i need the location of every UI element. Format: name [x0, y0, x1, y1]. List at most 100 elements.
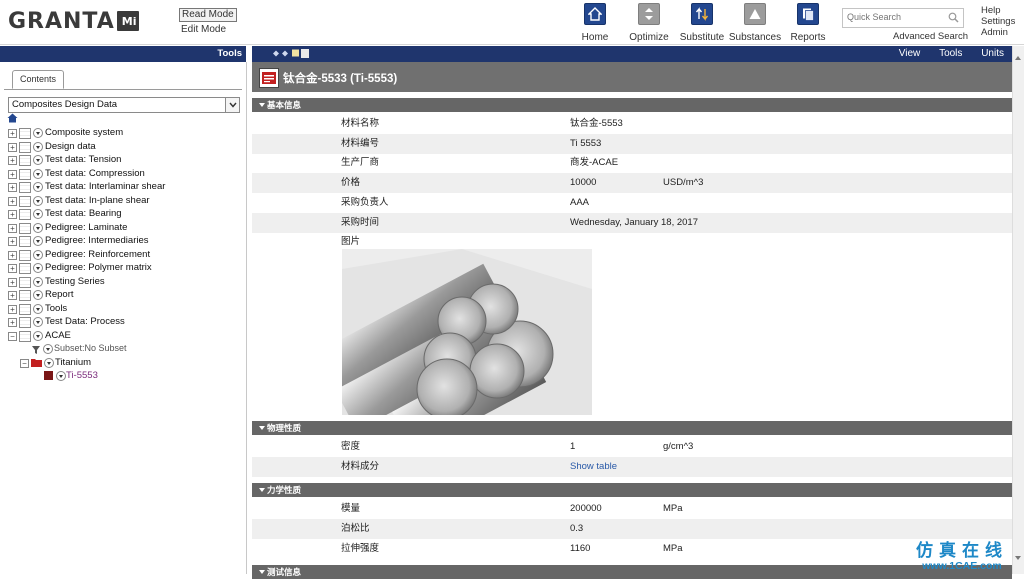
expand-icon[interactable]: + [8, 277, 17, 287]
expand-icon[interactable]: + [8, 250, 17, 260]
tree-home-icon[interactable] [7, 113, 18, 126]
tree-item[interactable]: + Composite system [0, 126, 246, 140]
settings-link[interactable]: Settings [981, 16, 1015, 27]
tree-item[interactable]: + Test data: Bearing [0, 207, 246, 221]
tree-item-label: Report [45, 289, 74, 300]
substitute-icon [691, 3, 713, 25]
expand-icon[interactable]: + [8, 304, 17, 314]
section-basic-info[interactable]: 基本信息 [252, 98, 1012, 112]
table-icon [19, 330, 31, 342]
expand-icon[interactable]: + [8, 210, 17, 219]
quick-search-input[interactable] [843, 9, 945, 25]
right-panel-bar: View Tools Units [252, 46, 1012, 62]
tree-item-label: Testing Series [45, 275, 105, 287]
nav-substances-label: Substances [728, 32, 782, 43]
item-menu-icon[interactable] [33, 195, 43, 206]
tree-record-ti-5553[interactable]: Ti-5553 [0, 369, 246, 383]
item-menu-icon[interactable] [33, 290, 43, 300]
item-menu-icon[interactable] [33, 168, 43, 179]
left-tools-menu[interactable]: Tools [217, 48, 242, 59]
item-menu-icon[interactable] [33, 236, 43, 246]
attribute-value: 0.3 [570, 523, 584, 534]
expand-icon[interactable]: + [8, 264, 17, 273]
scroll-up-icon[interactable] [1015, 56, 1021, 60]
attribute-name: 价格 [341, 177, 361, 188]
collapse-icon[interactable]: − [20, 358, 29, 368]
tree-item[interactable]: + Test data: In-plane shear [0, 194, 246, 208]
item-menu-icon[interactable] [33, 276, 43, 287]
nav-home-button[interactable]: Home [567, 3, 623, 43]
expand-icon[interactable]: + [8, 156, 17, 165]
item-menu-icon[interactable] [33, 249, 43, 260]
help-link[interactable]: Help [981, 5, 1015, 16]
tree-item-label: Test Data: Process [45, 316, 125, 327]
expand-icon[interactable]: + [8, 223, 17, 233]
item-menu-icon[interactable] [33, 317, 43, 327]
nav-substances-button[interactable]: Substances [727, 3, 783, 43]
item-menu-icon[interactable] [33, 182, 43, 192]
expand-icon[interactable]: + [8, 169, 17, 179]
tree-item[interactable]: + Pedigree: Reinforcement [0, 248, 246, 262]
edit-mode-button[interactable]: Edit Mode [179, 24, 237, 36]
read-mode-button[interactable]: Read Mode [179, 8, 237, 22]
attribute-name: 泊松比 [341, 523, 370, 534]
attribute-name: 材料编号 [341, 138, 380, 149]
tree-item[interactable]: + Pedigree: Laminate [0, 221, 246, 235]
chevron-down-icon[interactable] [225, 98, 239, 112]
search-icon[interactable] [948, 12, 959, 26]
tree-item[interactable]: + Test data: Compression [0, 167, 246, 181]
item-menu-icon[interactable] [33, 209, 43, 219]
tree-item-label: ACAE [45, 329, 71, 341]
item-menu-icon[interactable] [44, 357, 54, 368]
expand-icon[interactable]: + [8, 129, 17, 138]
expand-icon[interactable]: + [8, 142, 17, 152]
show-table-link[interactable]: Show table [570, 457, 617, 477]
section-mechanical-properties[interactable]: 力学性质 [252, 483, 1012, 497]
database-select[interactable]: Composites Design Data [8, 97, 240, 113]
tree-folder-titanium[interactable]: − Titanium [0, 356, 246, 370]
view-menu[interactable]: View [899, 48, 921, 59]
units-menu[interactable]: Units [981, 48, 1004, 59]
item-menu-icon[interactable] [33, 330, 43, 341]
right-scrollbar[interactable] [1012, 46, 1024, 574]
admin-link[interactable]: Admin [981, 27, 1015, 38]
item-menu-icon[interactable] [43, 344, 53, 354]
section-physical-properties[interactable]: 物理性质 [252, 421, 1012, 435]
item-menu-icon[interactable] [33, 303, 43, 314]
tools-menu[interactable]: Tools [939, 48, 962, 59]
nav-optimize-button[interactable]: Optimize [621, 3, 677, 43]
optimize-icon [638, 3, 660, 25]
table-icon [19, 182, 31, 193]
tree-item[interactable]: + Pedigree: Intermediaries [0, 234, 246, 248]
expand-icon[interactable]: + [8, 196, 17, 206]
tree-item[interactable]: + Test Data: Process [0, 315, 246, 329]
tree-item[interactable]: − ACAE [0, 329, 246, 343]
tree-item[interactable]: + Report [0, 288, 246, 302]
section-test-info[interactable]: 测试信息 [252, 565, 1012, 579]
expand-icon[interactable]: + [8, 183, 17, 192]
item-menu-icon[interactable] [33, 222, 43, 233]
expand-icon[interactable]: − [8, 331, 17, 341]
attribute-unit: USD/m^3 [663, 177, 704, 188]
item-menu-icon[interactable] [56, 371, 66, 381]
tree-item-label: Test data: Tension [45, 154, 122, 165]
item-menu-icon[interactable] [33, 128, 43, 138]
item-menu-icon[interactable] [33, 155, 43, 165]
nav-reports-button[interactable]: Reports [780, 3, 836, 43]
item-menu-icon[interactable] [33, 141, 43, 152]
expand-icon[interactable]: + [8, 291, 17, 300]
tree-item[interactable]: + Test data: Tension [0, 153, 246, 167]
subset-item[interactable]: Subset:No Subset [0, 342, 246, 356]
item-menu-icon[interactable] [33, 263, 43, 273]
tree-item[interactable]: + Pedigree: Polymer matrix [0, 261, 246, 275]
expand-icon[interactable]: + [8, 318, 17, 327]
tree-item[interactable]: + Design data [0, 140, 246, 154]
expand-icon[interactable]: + [8, 237, 17, 246]
advanced-search-link[interactable]: Advanced Search [893, 31, 968, 42]
tree-item[interactable]: + Tools [0, 302, 246, 316]
nav-substitute-button[interactable]: Substitute [674, 3, 730, 43]
home-icon [584, 3, 606, 25]
tree-item[interactable]: + Testing Series [0, 275, 246, 289]
tree-item[interactable]: + Test data: Interlaminar shear [0, 180, 246, 194]
tab-contents[interactable]: Contents [12, 70, 65, 89]
